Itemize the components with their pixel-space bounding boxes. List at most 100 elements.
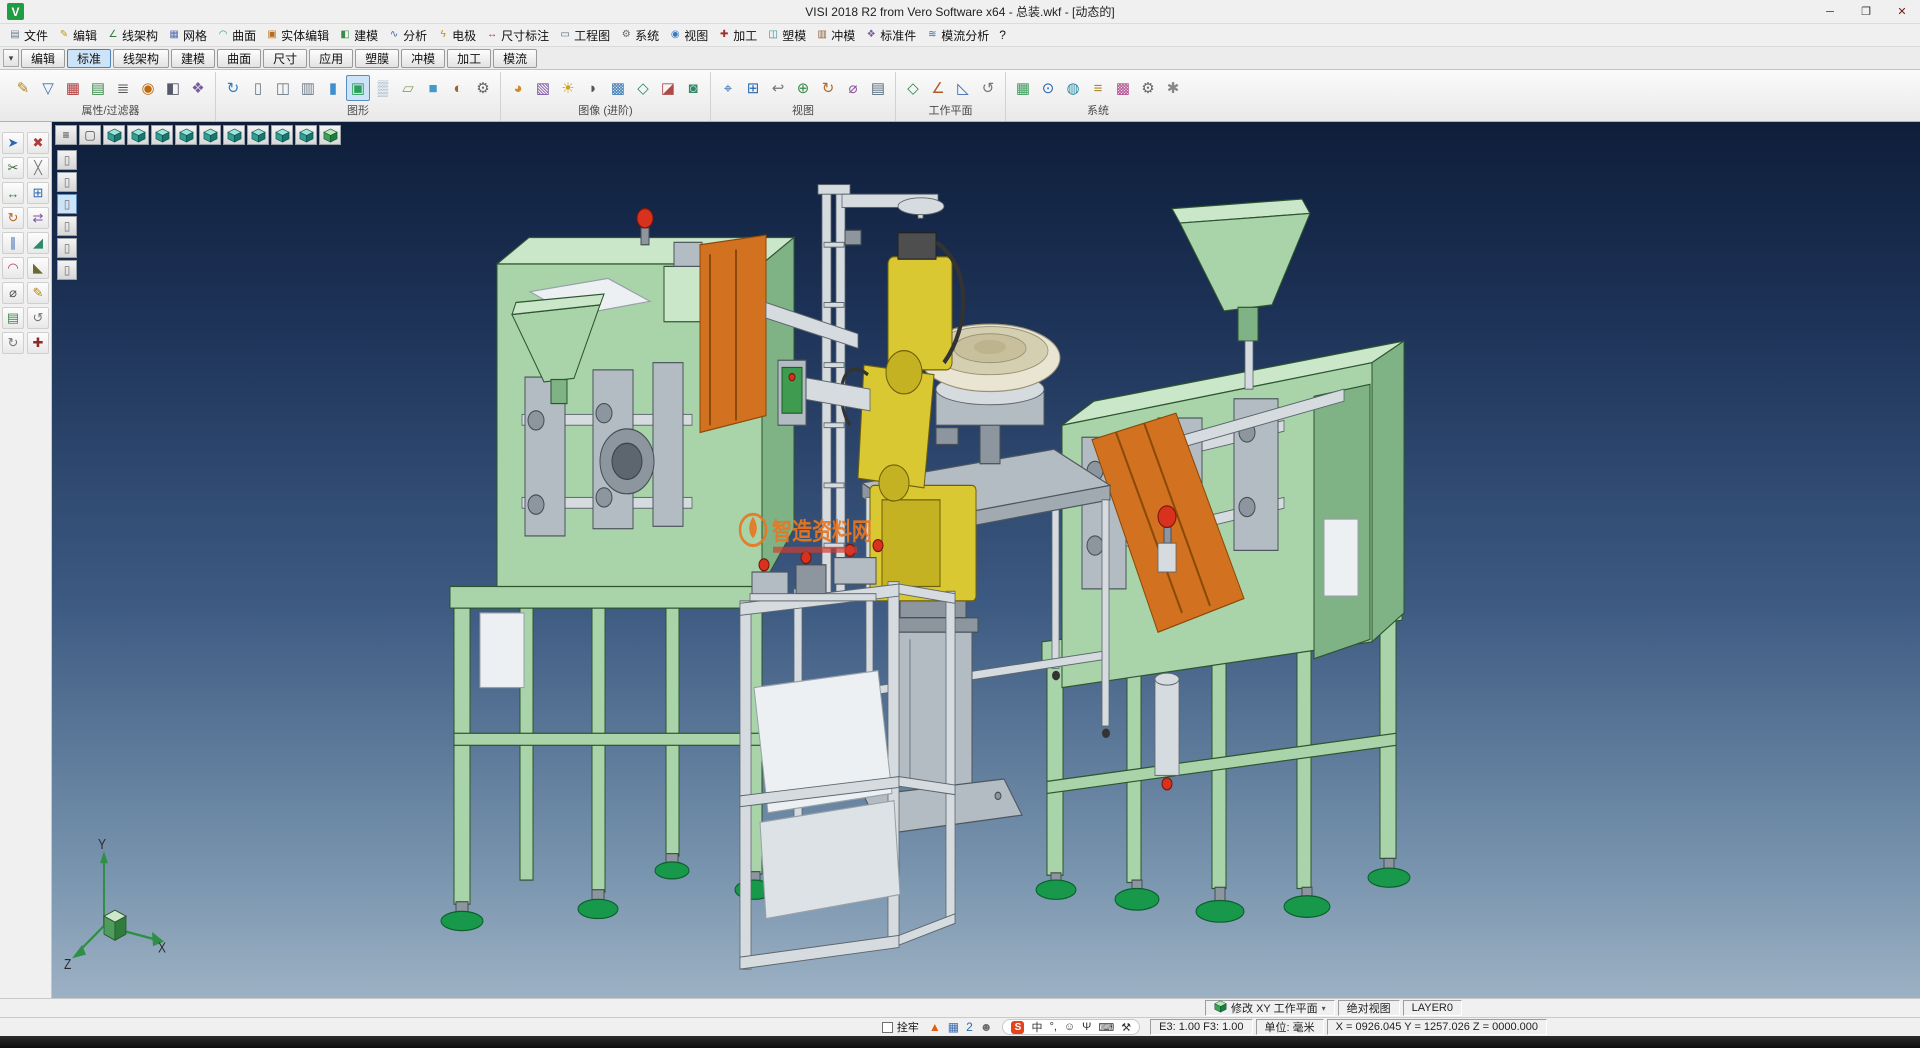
tab-7[interactable]: 应用 <box>309 49 353 68</box>
iso-rear-view-icon[interactable] <box>271 125 293 145</box>
transparent-cylinder-icon[interactable]: ▒ <box>371 75 395 101</box>
redo-icon[interactable]: ↻ <box>2 332 24 354</box>
options-icon[interactable]: ⚙ <box>1136 75 1160 101</box>
info-icon[interactable]: ✱ <box>1161 75 1185 101</box>
menu-item-12[interactable]: ⚙系统 <box>615 25 664 46</box>
zoom-window-icon[interactable]: ⊞ <box>741 75 765 101</box>
lock-toggle[interactable]: 拴牢 <box>882 1019 919 1035</box>
redraw-icon[interactable]: ↻ <box>221 75 245 101</box>
lock-checkbox[interactable] <box>882 1022 893 1033</box>
workplane-xy-icon[interactable]: ∠ <box>926 75 950 101</box>
paint-attributes-icon[interactable]: ✎ <box>27 282 49 304</box>
view-right-icon[interactable] <box>175 125 197 145</box>
view-top-icon[interactable] <box>127 125 149 145</box>
undo-icon[interactable]: ↺ <box>27 307 49 329</box>
punctuation-icon[interactable]: °, <box>1049 1021 1056 1033</box>
wire-box-icon[interactable]: ▱ <box>396 75 420 101</box>
keyboard-icon[interactable]: ⌨ <box>1098 1021 1114 1034</box>
quick-tool-2-icon[interactable]: ▯ <box>57 172 77 192</box>
dashed-cylinder-icon[interactable]: ▥ <box>296 75 320 101</box>
render-mode-icon[interactable]: ◐ <box>446 75 470 101</box>
menu-item-10[interactable]: ↔尺寸标注 <box>481 25 554 46</box>
shading-icon[interactable]: ◕ <box>506 75 530 101</box>
mask-icon[interactable]: ◧ <box>161 75 185 101</box>
offset-icon[interactable]: ∥ <box>2 232 24 254</box>
layers-tool-icon[interactable]: ▤ <box>2 307 24 329</box>
tab-1[interactable]: 编辑 <box>21 49 65 68</box>
mirror-icon[interactable]: ⇄ <box>27 207 49 229</box>
tab-5[interactable]: 曲面 <box>217 49 261 68</box>
background-icon[interactable]: ▩ <box>606 75 630 101</box>
wireframe-cylinder-icon[interactable]: ▯ <box>246 75 270 101</box>
user-icon[interactable]: ☻ <box>980 1020 993 1034</box>
sogou-icon[interactable]: S <box>1011 1021 1024 1034</box>
dynamic-pan-icon[interactable]: ⊕ <box>791 75 815 101</box>
color-table-icon[interactable]: ▩ <box>1111 75 1135 101</box>
snap-icon[interactable]: ⊙ <box>1036 75 1060 101</box>
viewport-3d[interactable]: 智造资料网 Y X Z <box>52 122 1920 998</box>
view-left-icon[interactable] <box>199 125 221 145</box>
section-view-icon[interactable]: ◪ <box>656 75 680 101</box>
rotate-icon[interactable]: ↻ <box>2 207 24 229</box>
graphics-settings-icon[interactable]: ⚙ <box>471 75 495 101</box>
menu-item-7[interactable]: ◧建模 <box>334 25 383 46</box>
shaded-cylinder-icon[interactable]: ▮ <box>321 75 345 101</box>
quick-tool-6-icon[interactable]: ▯ <box>57 260 77 280</box>
quick-tool-3-icon[interactable]: ▯ <box>57 194 77 214</box>
grid-app-icon[interactable]: ▦ <box>948 1020 959 1034</box>
axonometric-view-icon[interactable] <box>295 125 317 145</box>
chinese-mode-icon[interactable]: 中 <box>1031 1019 1042 1035</box>
zoom-all-icon[interactable]: ⌖ <box>716 75 740 101</box>
minimize-button[interactable]: ─ <box>1812 0 1848 23</box>
toolbox-icon[interactable]: ⚒ <box>1121 1021 1131 1034</box>
view-bottom-icon[interactable] <box>247 125 269 145</box>
menu-item-6[interactable]: ▣实体编辑 <box>261 25 334 46</box>
measure-icon[interactable]: ⌀ <box>841 75 865 101</box>
perspective-icon[interactable]: ◇ <box>631 75 655 101</box>
hidden-line-cylinder-icon[interactable]: ◫ <box>271 75 295 101</box>
shadow-icon[interactable]: ◗ <box>581 75 605 101</box>
tab-9[interactable]: 冲模 <box>401 49 445 68</box>
menu-item-15[interactable]: ◫塑模 <box>762 25 811 46</box>
view-list-menu-icon[interactable]: ≡ <box>55 125 77 145</box>
tab-3[interactable]: 线架构 <box>113 49 169 68</box>
view-manager-icon[interactable]: ▤ <box>866 75 890 101</box>
globe-icon[interactable]: ◍ <box>1061 75 1085 101</box>
erase-icon[interactable]: ✖ <box>27 132 49 154</box>
color-filter-icon[interactable]: ▦ <box>61 75 85 101</box>
menu-item-1[interactable]: ▤文件 <box>4 25 53 46</box>
flame-icon[interactable]: ▲ <box>929 1020 941 1034</box>
select-icon[interactable]: ➤ <box>2 132 24 154</box>
menu-item-16[interactable]: ▥冲模 <box>811 25 860 46</box>
measure-tool-icon[interactable]: ⌀ <box>2 282 24 304</box>
tab-overflow-button[interactable]: ▾ <box>3 49 19 67</box>
zoom-previous-icon[interactable]: ↩ <box>766 75 790 101</box>
menu-item-18[interactable]: ≋模流分析 <box>921 25 994 46</box>
tab-2[interactable]: 标准 <box>67 49 111 68</box>
grid-icon[interactable]: ▦ <box>1011 75 1035 101</box>
workplane-indicator[interactable]: 修改 XY 工作平面 ▾ <box>1205 1000 1335 1016</box>
chamfer-icon[interactable]: ◣ <box>27 257 49 279</box>
smart-select-icon[interactable]: ❖ <box>186 75 210 101</box>
tab-4[interactable]: 建模 <box>171 49 215 68</box>
scene-canvas[interactable]: 智造资料网 Y X Z <box>52 122 1920 998</box>
view-mode-indicator[interactable]: 绝对视图 <box>1338 1000 1400 1016</box>
trim-icon[interactable]: ✂ <box>2 157 24 179</box>
view-back-icon[interactable] <box>223 125 245 145</box>
counter-badge[interactable]: 2 <box>966 1020 973 1034</box>
quick-tool-1-icon[interactable]: ▯ <box>57 150 77 170</box>
copy-icon[interactable]: ⊞ <box>27 182 49 204</box>
dynamic-iso-view-icon[interactable] <box>319 125 341 145</box>
menu-item-11[interactable]: ▭工程图 <box>554 25 615 46</box>
emoji-icon[interactable]: ☺ <box>1064 1021 1075 1033</box>
plan-view-icon[interactable]: ▢ <box>79 125 101 145</box>
menu-item-9[interactable]: ϟ电极 <box>432 25 481 46</box>
shaded-edges-cylinder-icon[interactable]: ▣ <box>346 75 370 101</box>
magnet-filter-icon[interactable]: ◉ <box>136 75 160 101</box>
menu-item-13[interactable]: ◉视图 <box>664 25 713 46</box>
photo-render-icon[interactable]: ◙ <box>681 75 705 101</box>
active-layer-indicator[interactable]: LAYER0 <box>1403 1000 1462 1016</box>
points-icon[interactable]: ✚ <box>27 332 49 354</box>
menu-item-19[interactable]: ? <box>994 26 1011 44</box>
fillet-icon[interactable]: ◠ <box>2 257 24 279</box>
